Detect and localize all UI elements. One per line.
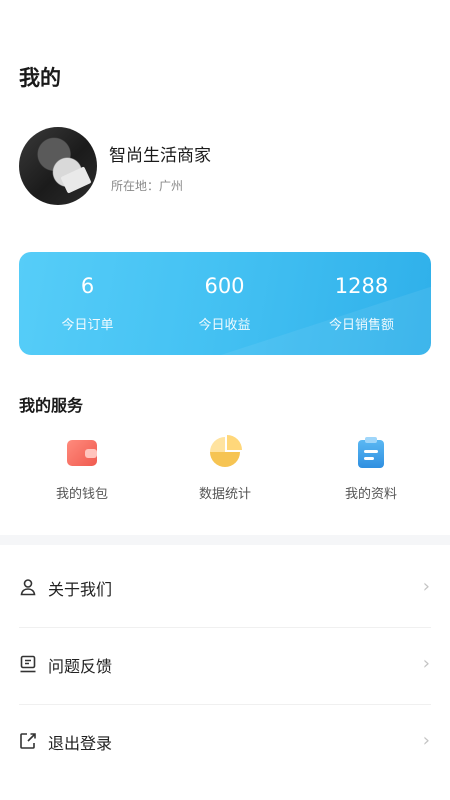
chevron-right-icon: › — [422, 653, 430, 674]
shop-name: 智尚生活商家 — [109, 146, 211, 166]
page-title: 我的 — [19, 66, 61, 90]
stat-today-sales[interactable]: 1288 今日销售额 — [293, 252, 430, 355]
stat-label: 今日订单 — [61, 318, 114, 333]
shop-location: 所在地：广州 — [111, 179, 184, 193]
today-stats-card: 6 今日订单 600 今日收益 1288 今日销售额 — [19, 252, 431, 355]
service-label: 我的钱包 — [55, 487, 108, 502]
menu-label: 关于我们 — [48, 580, 113, 599]
service-label: 数据统计 — [198, 487, 251, 502]
pie-chart-icon — [210, 435, 242, 467]
avatar[interactable] — [19, 127, 97, 205]
menu-label: 问题反馈 — [48, 657, 113, 676]
stat-value: 600 — [204, 274, 245, 298]
menu-item-about-us[interactable]: 关于我们 › — [0, 551, 450, 627]
logout-icon — [19, 732, 37, 750]
stat-value: 6 — [80, 274, 95, 298]
menu-label: 退出登录 — [48, 734, 113, 753]
profile-card[interactable]: 智尚生活商家 所在地：广州 — [19, 127, 431, 205]
menu-item-logout[interactable]: 退出登录 › — [0, 705, 450, 781]
stat-label: 今日收益 — [198, 318, 251, 333]
chevron-right-icon: › — [422, 730, 430, 751]
stat-today-income[interactable]: 600 今日收益 — [156, 252, 293, 355]
feedback-icon — [19, 655, 37, 673]
stat-today-orders[interactable]: 6 今日订单 — [19, 252, 156, 355]
section-divider — [0, 535, 450, 545]
user-icon — [19, 578, 37, 596]
stat-value: 1288 — [334, 274, 389, 298]
wallet-icon — [67, 437, 97, 467]
menu-item-feedback[interactable]: 问题反馈 › — [0, 628, 450, 704]
chevron-right-icon: › — [422, 576, 430, 597]
clipboard-icon — [356, 437, 386, 468]
service-wallet[interactable]: 我的钱包 — [7, 432, 157, 504]
service-profile[interactable]: 我的资料 — [296, 432, 446, 504]
service-label: 我的资料 — [344, 487, 397, 502]
stat-label: 今日销售额 — [328, 318, 394, 333]
services-section-title: 我的服务 — [19, 396, 84, 415]
service-statistics[interactable]: 数据统计 — [150, 432, 300, 504]
